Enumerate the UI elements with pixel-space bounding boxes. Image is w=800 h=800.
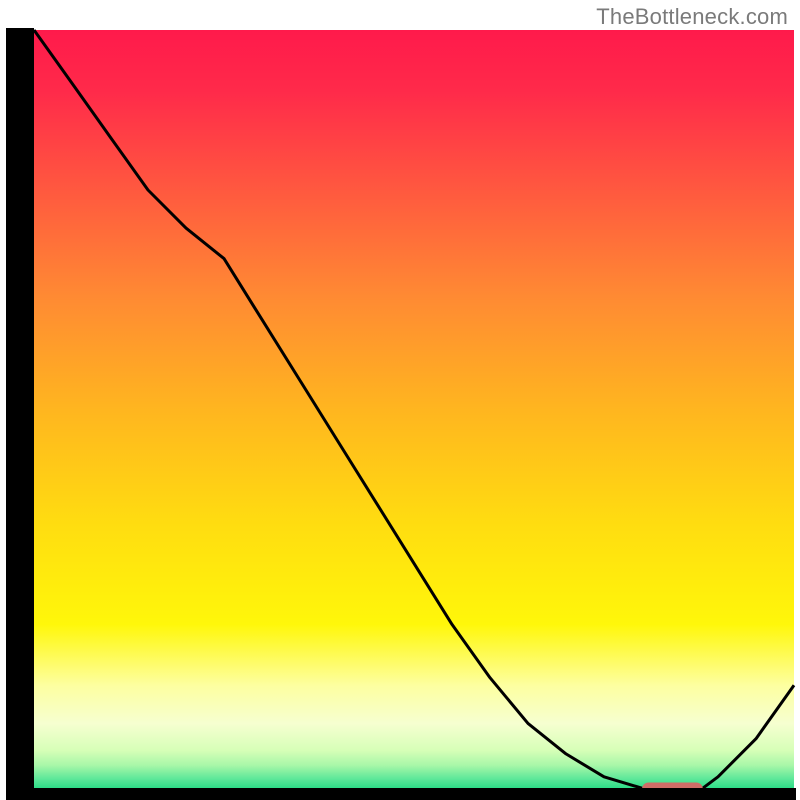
- attribution-text: TheBottleneck.com: [596, 4, 788, 30]
- plot-area: [6, 28, 796, 800]
- bottleneck-chart: [0, 0, 800, 800]
- gradient-background: [34, 30, 794, 792]
- chart-container: { "attribution": "TheBottleneck.com", "c…: [0, 0, 800, 800]
